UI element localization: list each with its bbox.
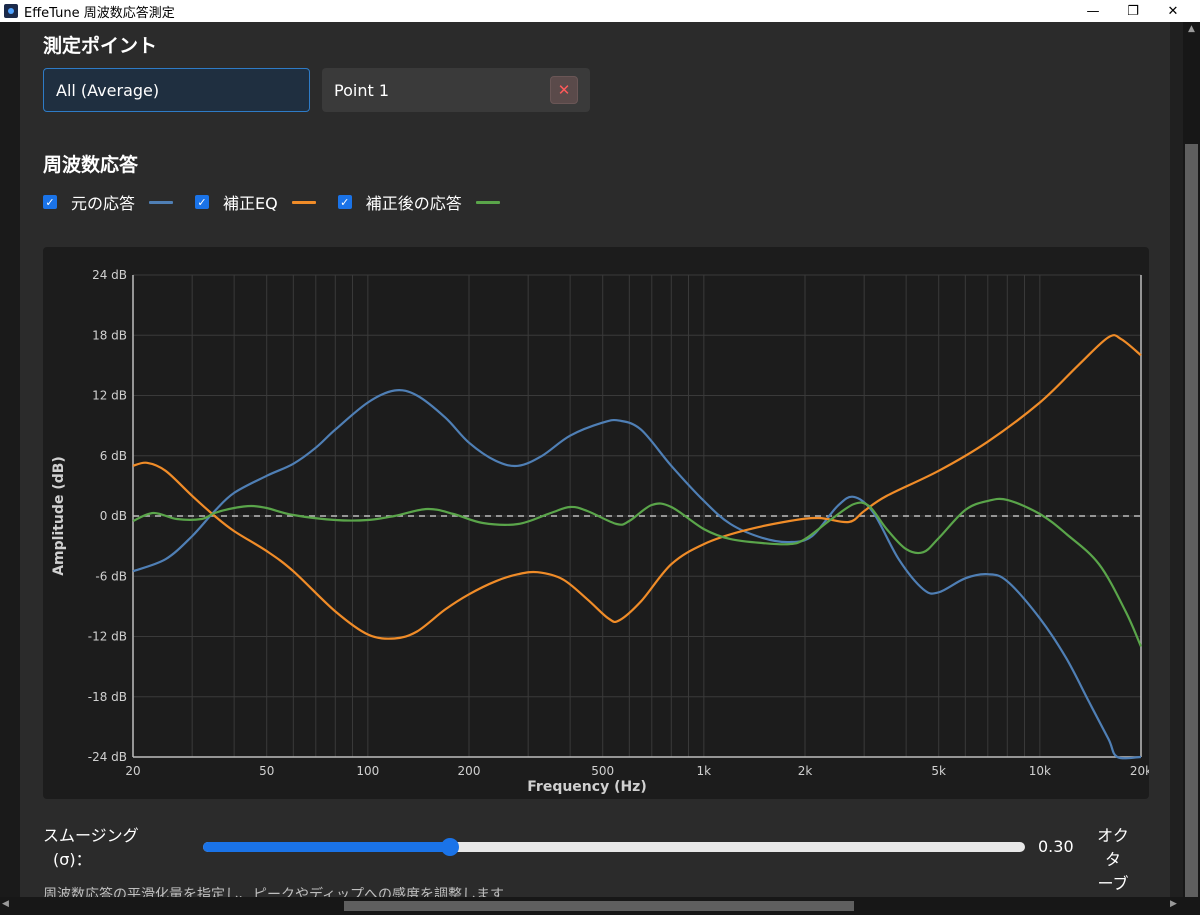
slider-thumb[interactable] (440, 838, 459, 856)
points-section-title: 測定ポイント (43, 35, 158, 57)
legend-swatch (475, 200, 500, 204)
checkbox-corrected[interactable]: ✓ (337, 195, 352, 209)
slider-fill (203, 842, 450, 852)
smoothing-slider[interactable] (203, 838, 1025, 856)
x-tick-label: 100 (356, 764, 379, 778)
y-tick-label: -12 dB (88, 630, 127, 644)
smoothing-label-line2: (σ)： (53, 850, 92, 869)
y-tick-label: 0 dB (100, 509, 127, 523)
legend-label: 元の応答 (71, 194, 136, 213)
y-tick-label: -18 dB (88, 690, 127, 704)
x-tick-label: 5k (931, 764, 946, 778)
remove-point-button[interactable]: ✕ (550, 76, 578, 104)
legend-label: 補正EQ (223, 194, 278, 213)
y-tick-label: 24 dB (92, 268, 127, 282)
point-label: Point 1 (334, 80, 389, 100)
original-response-line (132, 389, 1142, 760)
minimize-button[interactable]: — (1073, 0, 1113, 22)
point-1-button[interactable]: Point 1 ✕ (322, 68, 590, 112)
smoothing-label: スムージング (σ)： (43, 824, 139, 872)
chart-svg: 24 dB 18 dB 12 dB 6 dB 0 dB -6 dB -12 dB -18 dB… (51, 268, 1149, 795)
close-button[interactable]: ✕ (1153, 0, 1193, 22)
x-tick-label: 50 (259, 764, 274, 778)
y-tick-label: -24 dB (88, 750, 127, 764)
correction-eq-line (132, 334, 1142, 640)
y-tick-label: 12 dB (92, 389, 127, 403)
legend-item-eq[interactable]: ✓ 補正EQ (195, 190, 316, 214)
x-tick-label: 20k (1130, 764, 1149, 778)
y-tick-label: -6 dB (95, 569, 127, 583)
app-icon (4, 4, 18, 18)
legend-item-corrected[interactable]: ✓ 補正後の応答 (337, 190, 500, 214)
measurement-panel: 測定ポイント All (Average) Point 1 ✕ 周波数応答 ✓ 元… (20, 22, 1170, 897)
y-tick-label: 6 dB (100, 449, 127, 463)
x-tick-label: 500 (591, 764, 614, 778)
horizontal-scrollbar[interactable]: ◀ ▶ (0, 897, 1200, 915)
vertical-scrollbar[interactable]: ▲ (1183, 22, 1200, 902)
x-tick-label: 200 (458, 764, 481, 778)
vertical-scroll-thumb[interactable] (1185, 144, 1198, 902)
y-axis-title: Amplitude (dB) (51, 456, 67, 576)
x-tick-label: 10k (1029, 764, 1051, 778)
horizontal-scroll-thumb[interactable] (344, 901, 854, 911)
y-tick-label: 18 dB (92, 328, 127, 342)
freq-section-title: 周波数応答 (43, 154, 139, 176)
close-icon: ✕ (557, 81, 571, 99)
point-label: All (Average) (56, 80, 160, 100)
x-tick-label: 2k (798, 764, 813, 778)
legend-label: 補正後の応答 (365, 194, 462, 213)
point-all-average-button[interactable]: All (Average) (43, 68, 310, 112)
smoothing-description: 周波数応答の平滑化量を指定し、ピークやディップへの感度を調整します (43, 887, 505, 897)
window-title: EffeTune 周波数応答測定 (24, 5, 175, 21)
chart-legend: ✓ 元の応答 ✓ 補正EQ ✓ 補正後の応答 (43, 190, 522, 214)
scroll-right-icon[interactable]: ▶ (1170, 899, 1177, 909)
x-axis-title: Frequency (Hz) (527, 779, 646, 795)
checkbox-original[interactable]: ✓ (43, 195, 57, 209)
unit-line2: ーブ (1097, 874, 1129, 893)
x-tick-label: 20 (125, 764, 140, 778)
checkbox-eq[interactable]: ✓ (195, 195, 210, 209)
scroll-left-icon[interactable]: ◀ (2, 899, 9, 909)
corrected-response-line (132, 497, 1143, 647)
smoothing-unit: オクタ ーブ (1090, 824, 1136, 896)
frequency-response-chart: 24 dB 18 dB 12 dB 6 dB 0 dB -6 dB -12 dB -18 dB… (43, 247, 1149, 799)
title-bar: EffeTune 周波数応答測定 — ❐ ✕ (0, 0, 1200, 22)
scroll-up-icon[interactable]: ▲ (1183, 24, 1200, 38)
restore-button[interactable]: ❐ (1113, 0, 1153, 22)
unit-line1: オクタ (1097, 826, 1129, 869)
legend-swatch (291, 200, 316, 204)
smoothing-label-line1: スムージング (43, 826, 139, 845)
legend-swatch (149, 200, 174, 204)
left-gutter (0, 22, 20, 897)
x-tick-label: 1k (697, 764, 712, 778)
legend-item-original[interactable]: ✓ 元の応答 (43, 190, 174, 214)
smoothing-value: 0.30 (1038, 837, 1074, 856)
